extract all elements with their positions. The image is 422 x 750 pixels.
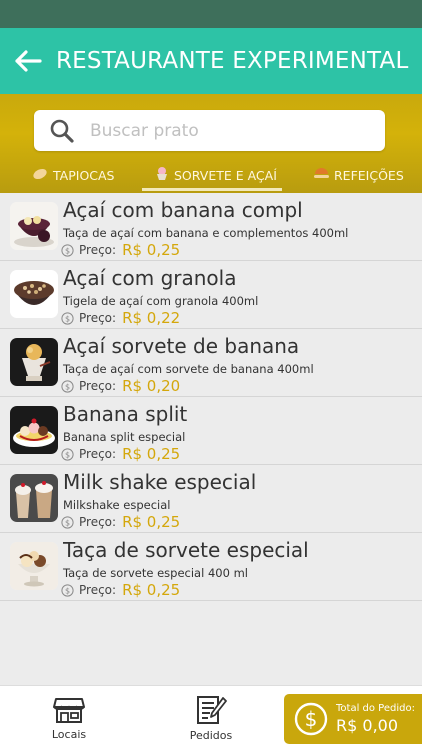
- list-item[interactable]: Açaí com banana compl Taça de açaí com b…: [0, 193, 422, 261]
- price-label: Preço:: [79, 515, 117, 529]
- tab-tapiocas[interactable]: TAPIOCAS: [32, 158, 115, 193]
- nav-label: Locais: [51, 728, 87, 741]
- list-item[interactable]: Açaí com granola Tigela de açaí com gran…: [0, 261, 422, 329]
- category-tabs: TAPIOCAS SORVETE E AÇAÍ REFEIÇÕES: [0, 158, 422, 193]
- meal-icon: [314, 167, 329, 185]
- list-item[interactable]: Banana split Banana split especial $ Pre…: [0, 397, 422, 465]
- order-total: Total do Pedido: R$ 0,00: [336, 703, 415, 735]
- tapioca-icon: [32, 168, 48, 184]
- price-label: Preço:: [79, 447, 117, 461]
- dollar-coin-icon: $: [61, 515, 74, 529]
- price-value: R$ 0,22: [122, 309, 181, 327]
- tab-label: REFEIÇÕES: [334, 168, 404, 183]
- price-value: R$ 0,25: [122, 581, 181, 599]
- acai-sorvete-photo: [10, 338, 58, 386]
- item-name: Açaí sorvete de banana: [63, 334, 300, 358]
- page-title: RESTAURANTE EXPERIMENTAL: [56, 48, 409, 74]
- item-name: Banana split: [63, 402, 188, 426]
- price-label: Preço:: [79, 243, 117, 257]
- menu-list: Açaí com banana compl Taça de açaí com b…: [0, 193, 422, 601]
- store-icon: [53, 698, 85, 723]
- list-item[interactable]: Taça de sorvete especial Taça de sorvete…: [0, 533, 422, 601]
- price-row: $ Preço: R$ 0,20: [61, 377, 180, 395]
- item-name: Açaí com banana compl: [63, 198, 303, 222]
- nav-pedidos[interactable]: Pedidos: [182, 686, 240, 750]
- price-row: $ Preço: R$ 0,22: [61, 309, 180, 327]
- back-button[interactable]: [0, 28, 56, 94]
- app-bar: RESTAURANTE EXPERIMENTAL: [0, 28, 422, 94]
- bottom-nav-bar: Locais Pedidos $ Total do Pedido: R$ 0,0…: [0, 685, 422, 750]
- item-description: Taça de sorvete especial 400 ml: [63, 566, 248, 580]
- item-name: Açaí com granola: [63, 266, 237, 290]
- acai-granola-photo: [10, 270, 58, 318]
- item-description: Taça de açaí com banana e complementos 4…: [63, 226, 349, 240]
- search-input[interactable]: [90, 120, 370, 141]
- list-item[interactable]: Milk shake especial Milkshake especial $…: [0, 465, 422, 533]
- price-row: $ Preço: R$ 0,25: [61, 513, 180, 531]
- sundae-photo: [10, 542, 58, 590]
- svg-text:$: $: [65, 314, 70, 323]
- price-row: $ Preço: R$ 0,25: [61, 581, 180, 599]
- price-row: $ Preço: R$ 0,25: [61, 241, 180, 259]
- item-description: Milkshake especial: [63, 498, 171, 512]
- price-label: Preço:: [79, 583, 117, 597]
- price-value: R$ 0,20: [122, 377, 181, 395]
- tab-label: TAPIOCAS: [53, 168, 115, 183]
- item-name: Taça de sorvete especial: [63, 538, 309, 562]
- price-value: R$ 0,25: [122, 241, 181, 259]
- acai-banana-photo: [10, 202, 58, 250]
- svg-text:$: $: [65, 382, 70, 391]
- search-area: TAPIOCAS SORVETE E AÇAÍ REFEIÇÕES: [0, 94, 422, 193]
- svg-text:$: $: [65, 450, 70, 459]
- tab-refeicoes[interactable]: REFEIÇÕES: [314, 158, 404, 193]
- dollar-coin-icon: $: [61, 379, 74, 393]
- status-bar: [0, 0, 422, 28]
- tab-label: SORVETE E AÇAÍ: [174, 168, 277, 183]
- item-description: Tigela de açaí com granola 400ml: [63, 294, 259, 308]
- search-icon: [34, 118, 90, 144]
- price-row: $ Preço: R$ 0,25: [61, 445, 180, 463]
- dollar-coin-icon: $: [61, 243, 74, 257]
- order-total-button[interactable]: $ Total do Pedido: R$ 0,00: [284, 694, 422, 744]
- dollar-coin-icon: $: [294, 702, 328, 736]
- ice-cream-icon: [155, 166, 169, 186]
- item-description: Taça de açaí com sorvete de banana 400ml: [63, 362, 314, 376]
- svg-text:$: $: [65, 246, 70, 255]
- price-value: R$ 0,25: [122, 513, 181, 531]
- nav-label: Pedidos: [189, 729, 233, 742]
- item-name: Milk shake especial: [63, 470, 257, 494]
- price-label: Preço:: [79, 311, 117, 325]
- dollar-coin-icon: $: [61, 311, 74, 325]
- list-item[interactable]: Açaí sorvete de banana Taça de açaí com …: [0, 329, 422, 397]
- nav-locais[interactable]: Locais: [40, 686, 98, 750]
- svg-text:$: $: [65, 518, 70, 527]
- arrow-left-icon: [15, 50, 42, 72]
- banana-split-photo: [10, 406, 58, 454]
- search-box[interactable]: [34, 110, 385, 151]
- active-tab-indicator: [142, 188, 282, 191]
- total-label: Total do Pedido:: [336, 703, 415, 714]
- svg-text:$: $: [305, 707, 318, 731]
- milkshake-photo: [10, 474, 58, 522]
- item-description: Banana split especial: [63, 430, 186, 444]
- price-label: Preço:: [79, 379, 117, 393]
- dollar-coin-icon: $: [61, 447, 74, 461]
- total-value: R$ 0,00: [336, 716, 399, 735]
- price-value: R$ 0,25: [122, 445, 181, 463]
- dollar-coin-icon: $: [61, 583, 74, 597]
- order-list-icon: [197, 696, 227, 724]
- svg-text:$: $: [65, 586, 70, 595]
